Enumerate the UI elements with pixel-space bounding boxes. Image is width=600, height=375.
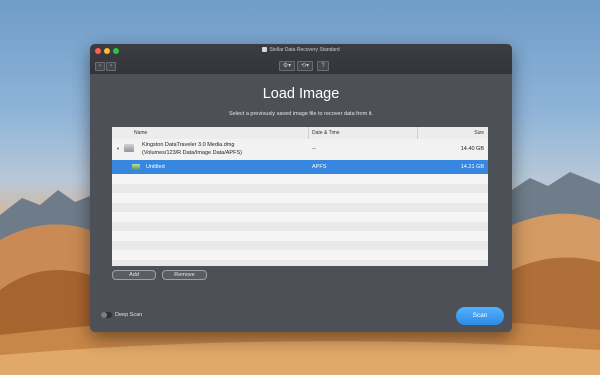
back-icon: ‹ xyxy=(99,63,101,69)
disk-image-size: 14.40 GB xyxy=(460,146,484,152)
disk-image-icon xyxy=(124,144,134,152)
empty-row xyxy=(112,221,488,231)
forward-icon: › xyxy=(110,63,112,69)
column-header-name[interactable]: Name xyxy=(134,130,147,136)
volume-format: APFS xyxy=(312,164,327,170)
window-title-text: Stellar Data Recovery Standard xyxy=(269,47,340,53)
column-separator xyxy=(308,127,309,139)
empty-row xyxy=(112,212,488,222)
empty-row xyxy=(112,231,488,241)
empty-row xyxy=(112,259,488,266)
disk-image-path: (Volumes/123/R Data/Image Data/APFS) xyxy=(142,150,242,156)
table-row-disk-image[interactable]: ▼ Kingston DataTraveler 3.0 Media.dmg (V… xyxy=(112,139,488,160)
disk-image-name: Kingston DataTraveler 3.0 Media.dmg xyxy=(142,142,235,148)
remove-button[interactable]: Remove xyxy=(162,270,207,280)
window-title: Stellar Data Recovery Standard xyxy=(90,47,512,53)
app-window: Stellar Data Recovery Standard ‹ › ⚙▾ ⟲▾… xyxy=(90,44,512,332)
column-header-size[interactable]: Size xyxy=(474,130,484,136)
empty-row xyxy=(112,183,488,193)
disclosure-triangle-icon[interactable]: ▼ xyxy=(116,146,120,151)
table-row-volume-selected[interactable]: Untitled APFS 14.21 GB xyxy=(112,160,488,174)
help-button[interactable]: ? xyxy=(317,61,329,71)
column-separator xyxy=(417,127,418,139)
history-icon: ⟲▾ xyxy=(300,63,310,69)
dialog-subheading: Select a previously saved image file to … xyxy=(229,111,373,117)
volume-size: 14.21 GB xyxy=(460,164,484,170)
empty-row xyxy=(112,193,488,203)
empty-row xyxy=(112,202,488,212)
settings-menu-button[interactable]: ⚙▾ xyxy=(279,61,295,71)
deep-scan-toggle-knob[interactable] xyxy=(101,312,107,318)
column-header-date[interactable]: Date & Time xyxy=(312,130,340,136)
scan-button[interactable]: Scan xyxy=(456,307,504,325)
history-menu-button[interactable]: ⟲▾ xyxy=(297,61,313,71)
settings-icon: ⚙▾ xyxy=(282,63,292,69)
image-file-table: Name Date & Time Size ▼ Kingston DataTra… xyxy=(112,127,488,266)
volume-icon xyxy=(132,164,140,170)
empty-row xyxy=(112,240,488,250)
add-button[interactable]: Add xyxy=(112,270,156,280)
dialog-heading: Load Image xyxy=(262,86,340,102)
deep-scan-label: Deep Scan xyxy=(115,312,143,318)
empty-row xyxy=(112,174,488,184)
disk-image-date: -- xyxy=(312,146,316,152)
empty-row xyxy=(112,250,488,260)
volume-name: Untitled xyxy=(146,164,165,170)
back-button[interactable]: ‹ xyxy=(95,62,105,71)
help-icon: ? xyxy=(321,63,325,69)
forward-button[interactable]: › xyxy=(106,62,116,71)
app-logo-icon xyxy=(262,47,268,53)
title-bar: Stellar Data Recovery Standard ‹ › ⚙▾ ⟲▾… xyxy=(90,44,512,74)
